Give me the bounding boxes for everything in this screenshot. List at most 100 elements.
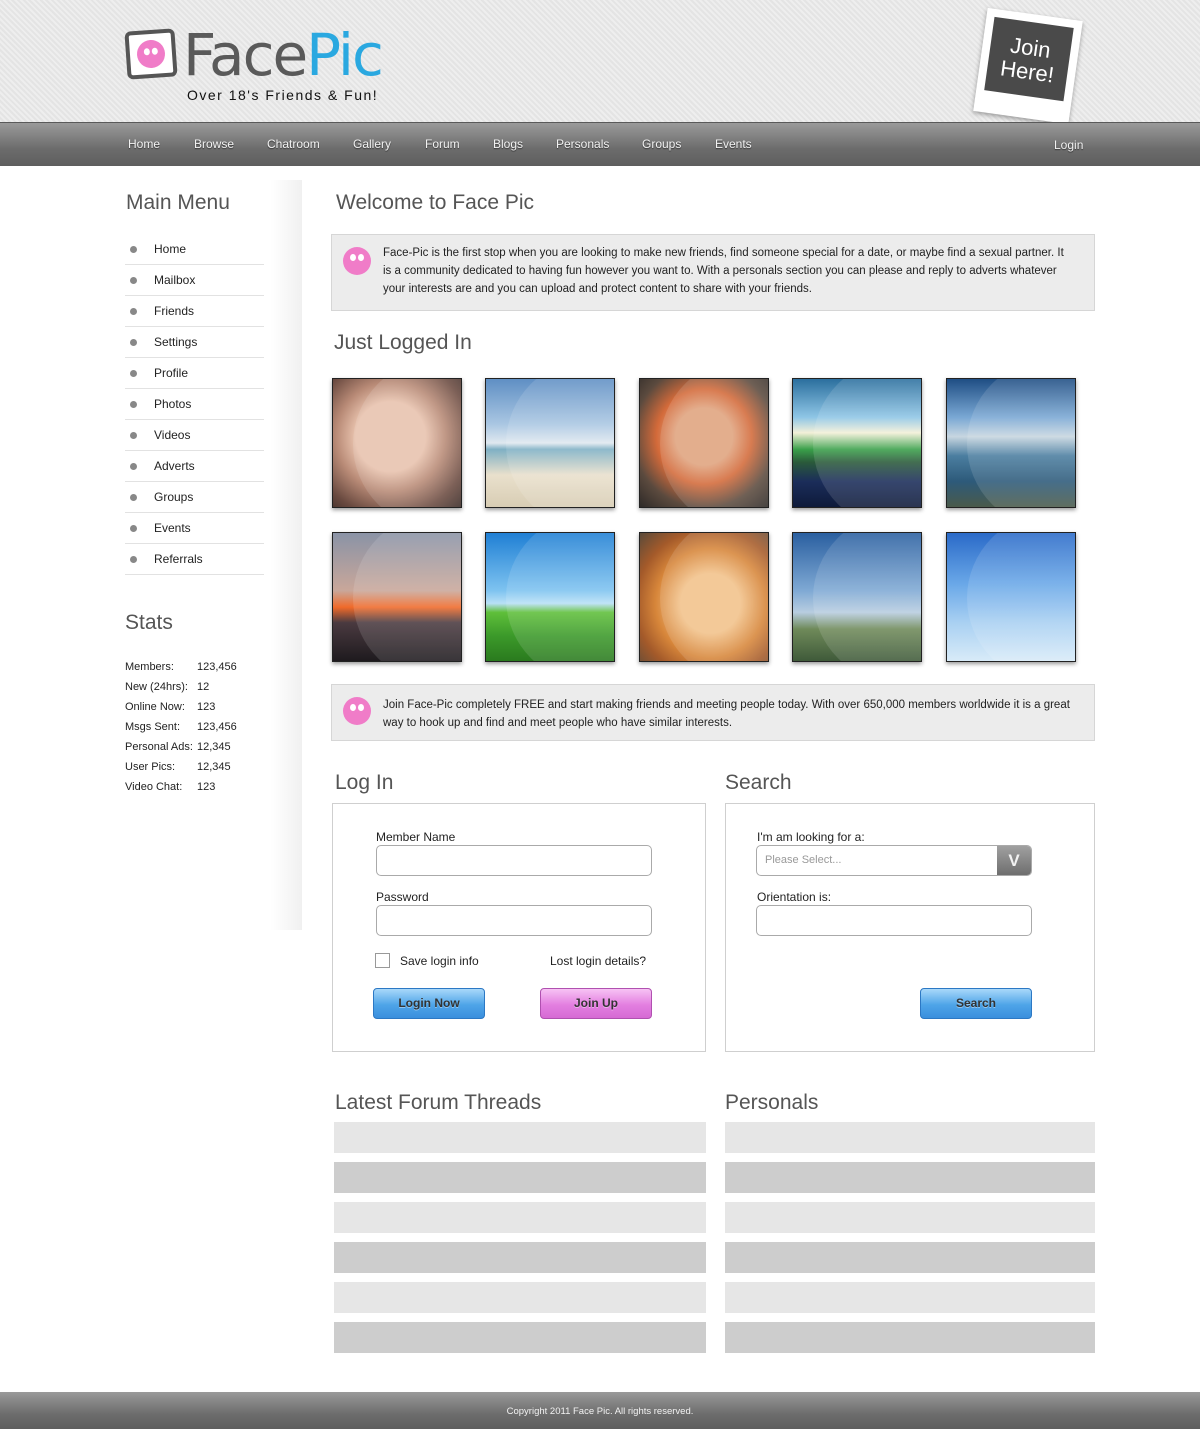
member-photo[interactable]	[946, 532, 1076, 662]
forum-thread-row[interactable]	[334, 1242, 706, 1273]
personals-row[interactable]	[725, 1242, 1095, 1273]
nav-home[interactable]: Home	[128, 137, 160, 151]
personals-row[interactable]	[725, 1122, 1095, 1153]
join-here-badge[interactable]: Join Here!	[973, 7, 1083, 125]
chevron-down-icon[interactable]: V	[997, 846, 1031, 875]
menu-item-referrals[interactable]: Referrals	[125, 544, 264, 575]
bullet-icon	[130, 463, 137, 470]
nav-login[interactable]: Login	[1054, 138, 1083, 152]
login-title: Log In	[335, 771, 394, 794]
join-text: Join Face-Pic completely FREE and start …	[383, 699, 1070, 729]
forum-thread-row[interactable]	[334, 1202, 706, 1233]
forum-thread-row[interactable]	[334, 1282, 706, 1313]
member-photo[interactable]	[639, 378, 769, 508]
stat-row: User Pics: 12,345	[125, 761, 231, 773]
main-nav: Home Browse Chatroom Gallery Forum Blogs…	[0, 122, 1200, 166]
password-input[interactable]	[376, 905, 652, 936]
personals-row[interactable]	[725, 1162, 1095, 1193]
site-logo[interactable]: FacePic	[183, 20, 384, 90]
forum-thread-row[interactable]	[334, 1162, 706, 1193]
member-photo[interactable]	[639, 532, 769, 662]
site-header: FacePic Over 18's Friends & Fun! Join He…	[0, 0, 1200, 125]
menu-item-friends[interactable]: Friends	[125, 296, 264, 327]
save-login-checkbox[interactable]	[375, 953, 390, 968]
personals-row[interactable]	[725, 1202, 1095, 1233]
looking-for-placeholder: Please Select...	[765, 854, 842, 866]
stat-row: New (24hrs): 12	[125, 681, 210, 693]
orientation-input[interactable]	[756, 905, 1032, 936]
search-title: Search	[725, 771, 792, 794]
site-tagline: Over 18's Friends & Fun!	[187, 87, 379, 103]
save-login-label: Save login info	[400, 954, 479, 968]
menu-item-home[interactable]: Home	[125, 234, 264, 265]
nav-gallery[interactable]: Gallery	[353, 137, 391, 151]
bullet-icon	[130, 277, 137, 284]
menu-item-adverts[interactable]: Adverts	[125, 451, 264, 482]
nav-browse[interactable]: Browse	[194, 137, 234, 151]
bullet-icon	[130, 246, 137, 253]
forum-thread-row[interactable]	[334, 1122, 706, 1153]
menu-item-settings[interactable]: Settings	[125, 327, 264, 358]
member-photo[interactable]	[485, 532, 615, 662]
nav-personals[interactable]: Personals	[556, 137, 609, 151]
sidebar-shadow	[270, 180, 302, 930]
copyright-text: Copyright 2011 Face Pic. All rights rese…	[506, 1406, 694, 1417]
stats-list: Members: 123,456 New (24hrs): 12 Online No…	[125, 661, 285, 801]
nav-blogs[interactable]: Blogs	[493, 137, 523, 151]
bullet-icon	[130, 494, 137, 501]
orientation-label: Orientation is:	[757, 890, 832, 904]
member-photo[interactable]	[792, 378, 922, 508]
personals-row[interactable]	[725, 1282, 1095, 1313]
logo-icon[interactable]	[124, 28, 178, 80]
nav-groups[interactable]: Groups	[642, 137, 681, 151]
lost-login-link[interactable]: Lost login details?	[550, 954, 646, 968]
menu-item-groups[interactable]: Groups	[125, 482, 264, 513]
bullet-icon	[130, 370, 137, 377]
nav-chatroom[interactable]: Chatroom	[267, 137, 320, 151]
login-now-button[interactable]: Login Now	[373, 988, 485, 1019]
welcome-box: Face-Pic is the first stop when you are …	[331, 234, 1095, 311]
bullet-icon	[130, 308, 137, 315]
member-photo[interactable]	[946, 378, 1076, 508]
member-photo[interactable]	[332, 532, 462, 662]
nav-events[interactable]: Events	[715, 137, 752, 151]
member-photo[interactable]	[332, 378, 462, 508]
bullet-icon	[130, 401, 137, 408]
stats-title: Stats	[125, 611, 173, 634]
stat-row: Online Now: 123	[125, 701, 216, 713]
bullet-icon	[130, 525, 137, 532]
smiley-icon	[343, 697, 371, 725]
bullet-icon	[130, 556, 137, 563]
personals-title: Personals	[725, 1091, 819, 1114]
bullet-icon	[130, 432, 137, 439]
looking-for-label: I'm am looking for a:	[757, 830, 865, 844]
menu-item-videos[interactable]: Videos	[125, 420, 264, 451]
search-button[interactable]: Search	[920, 988, 1032, 1019]
password-label: Password	[376, 890, 429, 904]
stat-row: Members: 123,456	[125, 661, 237, 673]
stat-row: Msgs Sent: 123,456	[125, 721, 237, 733]
join-info-box: Join Face-Pic completely FREE and start …	[331, 684, 1095, 741]
looking-for-select[interactable]: Please Select... V	[756, 845, 1032, 876]
member-name-input[interactable]	[376, 845, 652, 876]
member-photo[interactable]	[792, 532, 922, 662]
menu-item-events[interactable]: Events	[125, 513, 264, 544]
stat-row: Personal Ads: 12,345	[125, 741, 231, 753]
site-footer: Copyright 2011 Face Pic. All rights rese…	[0, 1392, 1200, 1429]
forum-title: Latest Forum Threads	[335, 1091, 542, 1114]
welcome-title: Welcome to Face Pic	[336, 191, 535, 214]
menu-item-photos[interactable]: Photos	[125, 389, 264, 420]
menu-item-mailbox[interactable]: Mailbox	[125, 265, 264, 296]
nav-forum[interactable]: Forum	[425, 137, 460, 151]
join-up-button[interactable]: Join Up	[540, 988, 652, 1019]
welcome-text: Face-Pic is the first stop when you are …	[383, 247, 1064, 295]
personals-row[interactable]	[725, 1322, 1095, 1353]
bullet-icon	[130, 339, 137, 346]
member-name-label: Member Name	[376, 830, 456, 844]
stat-row: Video Chat: 123	[125, 781, 216, 793]
member-photo[interactable]	[485, 378, 615, 508]
smiley-icon	[343, 247, 371, 275]
main-menu: Home Mailbox Friends Settings Profile Ph…	[125, 234, 264, 575]
menu-item-profile[interactable]: Profile	[125, 358, 264, 389]
forum-thread-row[interactable]	[334, 1322, 706, 1353]
